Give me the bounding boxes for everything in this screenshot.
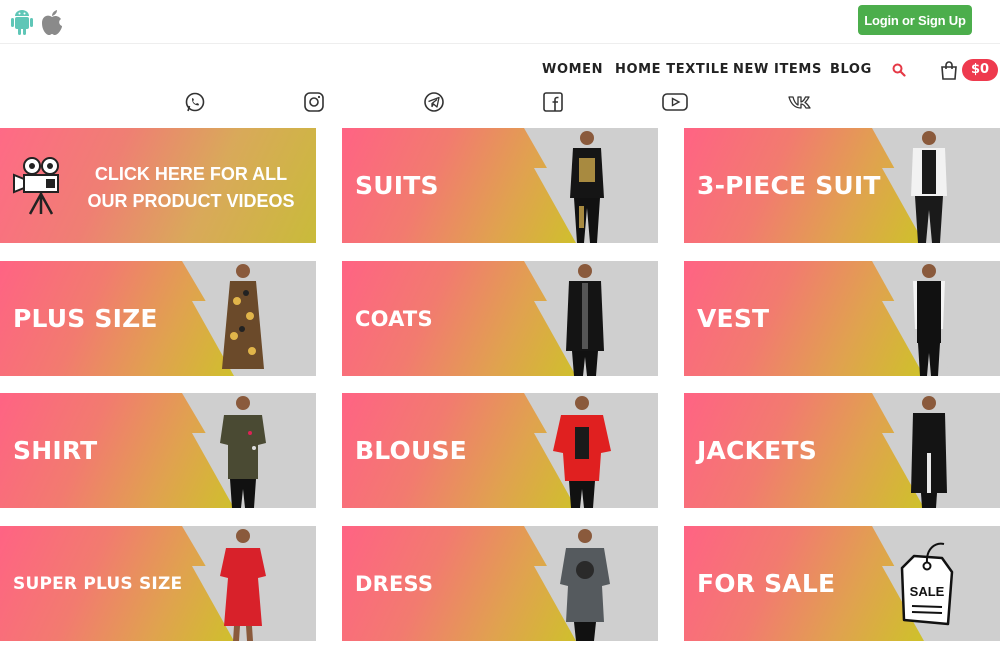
tile-dress[interactable]: DRESS bbox=[342, 526, 658, 641]
android-icon[interactable] bbox=[10, 8, 34, 36]
model-photo bbox=[220, 396, 266, 508]
model-photo bbox=[220, 529, 266, 641]
tile-blouse[interactable]: BLOUSE bbox=[342, 393, 658, 508]
nav-item-home-textile[interactable]: HOME TEXTILE bbox=[615, 62, 729, 77]
tile-label: BLOUSE bbox=[355, 436, 467, 465]
tile-label: SHIRT bbox=[13, 436, 98, 465]
tile-jackets[interactable]: JACKETS bbox=[684, 393, 1000, 508]
movie-camera-icon bbox=[13, 157, 59, 215]
model-photo bbox=[911, 131, 947, 243]
app-download-links bbox=[10, 8, 64, 36]
tile-suits[interactable]: SUITS bbox=[342, 128, 658, 243]
model-photo bbox=[570, 131, 604, 243]
sale-tag-icon: SALE bbox=[900, 542, 954, 626]
tile-coats[interactable]: COATS bbox=[342, 261, 658, 376]
tile-label: COATS bbox=[355, 306, 433, 331]
youtube-icon[interactable] bbox=[661, 91, 689, 113]
tile-plus-size[interactable]: PLUS SIZE bbox=[0, 261, 316, 376]
search-icon[interactable] bbox=[892, 63, 906, 77]
category-grid: CLICK HERE FOR ALL OUR PRODUCT VIDEOS SU… bbox=[0, 128, 1000, 655]
vk-icon[interactable] bbox=[787, 91, 817, 113]
model-photo bbox=[222, 264, 264, 369]
tile-vest[interactable]: VEST bbox=[684, 261, 1000, 376]
tile-super-plus-size[interactable]: SUPER PLUS SIZE bbox=[0, 526, 316, 641]
tile-label: FOR SALE bbox=[697, 569, 836, 598]
main-nav: WOMEN HOME TEXTILE NEW ITEMS BLOG bbox=[0, 62, 1000, 80]
tile-3-piece-suit[interactable]: 3-PIECE SUIT bbox=[684, 128, 1000, 243]
sale-tag-text: SALE bbox=[910, 584, 945, 599]
model-photo bbox=[566, 264, 604, 376]
login-signup-button[interactable]: Login or Sign Up bbox=[858, 5, 972, 35]
apple-icon[interactable] bbox=[40, 8, 64, 36]
instagram-icon[interactable] bbox=[303, 91, 325, 113]
facebook-icon[interactable] bbox=[542, 91, 564, 113]
model-photo bbox=[913, 264, 945, 376]
model-photo bbox=[553, 396, 611, 508]
nav-item-new-items[interactable]: NEW ITEMS bbox=[733, 62, 822, 77]
tile-label: VEST bbox=[697, 304, 770, 333]
model-photo bbox=[911, 396, 947, 508]
shopping-bag-icon[interactable] bbox=[939, 60, 959, 80]
tile-label: JACKETS bbox=[697, 436, 817, 465]
tile-label: SUITS bbox=[355, 171, 439, 200]
tile-label: DRESS bbox=[355, 571, 434, 596]
telegram-icon[interactable] bbox=[423, 91, 445, 113]
whatsapp-icon[interactable] bbox=[184, 91, 206, 113]
model-photo bbox=[560, 529, 610, 641]
cart-total-badge[interactable]: $0 bbox=[962, 59, 998, 81]
tile-label: 3-PIECE SUIT bbox=[697, 171, 881, 200]
tile-for-sale[interactable]: SALE FOR SALE bbox=[684, 526, 1000, 641]
tile-product-videos[interactable]: CLICK HERE FOR ALL OUR PRODUCT VIDEOS bbox=[0, 128, 316, 243]
tile-label: SUPER PLUS SIZE bbox=[13, 573, 183, 594]
nav-item-blog[interactable]: BLOG bbox=[830, 62, 872, 77]
videos-text: CLICK HERE FOR ALL OUR PRODUCT VIDEOS bbox=[87, 164, 295, 211]
top-bar: Login or Sign Up bbox=[0, 0, 1000, 44]
tile-shirt[interactable]: SHIRT bbox=[0, 393, 316, 508]
tile-label: PLUS SIZE bbox=[13, 304, 158, 333]
nav-item-women[interactable]: WOMEN bbox=[542, 62, 603, 77]
